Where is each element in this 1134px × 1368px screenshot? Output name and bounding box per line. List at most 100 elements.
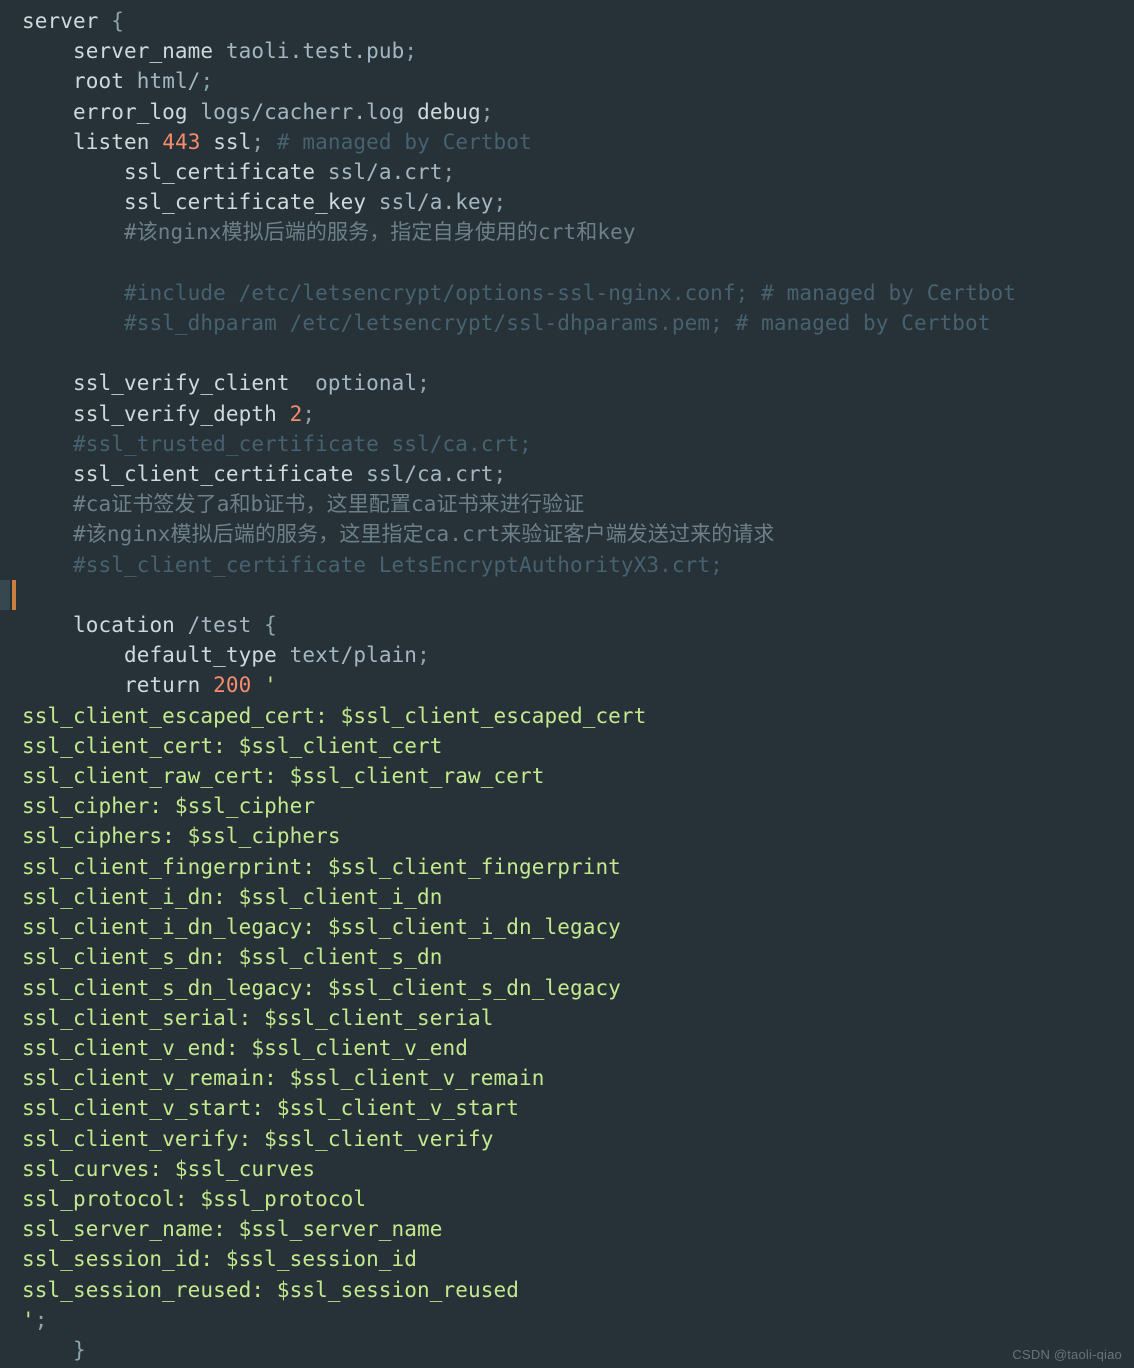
code-token: server_name xyxy=(73,39,213,63)
code-line: ssl_client_raw_cert: $ssl_client_raw_cer… xyxy=(22,764,544,788)
code-line: '; xyxy=(22,1308,48,1332)
code-token xyxy=(22,402,73,426)
code-token: taoli.test.pub xyxy=(213,39,404,63)
code-token xyxy=(22,130,73,154)
code-line: ssl_session_id: $ssl_session_id xyxy=(22,1247,417,1271)
code-token xyxy=(22,613,73,637)
code-line: ssl_server_name: $ssl_server_name xyxy=(22,1217,443,1241)
code-token: text/plain xyxy=(277,643,417,667)
code-token: return xyxy=(124,673,200,697)
code-editor[interactable]: server { server_name taoli.test.pub; roo… xyxy=(0,0,1134,1368)
code-token: location xyxy=(73,613,175,637)
code-token: 443 xyxy=(162,130,200,154)
code-token: { xyxy=(264,613,277,637)
code-token: html/ xyxy=(124,69,200,93)
code-line: #该nginx模拟后端的服务，这里指定ca.crt来验证客户端发送过来的请求 xyxy=(22,522,775,546)
code-token: ; xyxy=(302,402,315,426)
code-token: default_type xyxy=(124,643,277,667)
code-token: ssl_curves: $ssl_curves xyxy=(22,1157,315,1181)
code-line: server_name taoli.test.pub; xyxy=(22,39,417,63)
code-line: ssl_curves: $ssl_curves xyxy=(22,1157,315,1181)
code-token: /test xyxy=(175,613,264,637)
code-line: error_log logs/cacherr.log debug; xyxy=(22,100,494,124)
code-token: ssl_client_serial: $ssl_client_serial xyxy=(22,1006,494,1030)
code-line: #ca证书签发了a和b证书，这里配置ca证书来进行验证 xyxy=(22,492,584,516)
code-token xyxy=(149,130,162,154)
code-token: # managed by Certbot xyxy=(277,130,532,154)
code-line: ssl_certificate_key ssl/a.key; xyxy=(22,190,506,214)
code-token xyxy=(277,402,290,426)
code-line: ssl_session_reused: $ssl_session_reused xyxy=(22,1278,519,1302)
code-token: ' xyxy=(22,1308,35,1332)
code-line: ssl_protocol: $ssl_protocol xyxy=(22,1187,366,1211)
code-token: #ca证书签发了a和b证书，这里配置ca证书来进行验证 xyxy=(73,492,584,516)
code-token: ; xyxy=(417,371,430,395)
code-token: #ssl_dhparam /etc/letsencrypt/ssl-dhpara… xyxy=(124,311,991,335)
code-line: ssl_ciphers: $ssl_ciphers xyxy=(22,824,341,848)
code-token: #ssl_client_certificate LetsEncryptAutho… xyxy=(73,553,723,577)
code-line: ssl_client_fingerprint: $ssl_client_fing… xyxy=(22,855,621,879)
code-token: #ssl_trusted_certificate ssl/ca.crt; xyxy=(73,432,532,456)
code-token: ssl/a.key xyxy=(366,190,493,214)
csdn-watermark: CSDN @taoli-qiao xyxy=(1012,1347,1122,1362)
code-token: ssl_client_fingerprint: $ssl_client_fing… xyxy=(22,855,621,879)
code-block: server { server_name taoli.test.pub; roo… xyxy=(22,6,1134,1365)
code-line: ssl_client_i_dn: $ssl_client_i_dn xyxy=(22,885,443,909)
code-line: server { xyxy=(22,9,124,33)
code-token: #该nginx模拟后端的服务，这里指定ca.crt来验证客户端发送过来的请求 xyxy=(73,522,775,546)
code-token: ; xyxy=(494,190,507,214)
code-token: debug xyxy=(417,100,481,124)
code-token xyxy=(22,462,73,486)
code-token: ssl_certificate xyxy=(124,160,315,184)
code-line: ssl_client_v_remain: $ssl_client_v_remai… xyxy=(22,1066,544,1090)
code-token: optional xyxy=(290,371,417,395)
code-line: default_type text/plain; xyxy=(22,643,430,667)
code-line: root html/; xyxy=(22,69,213,93)
code-line: ssl_client_cert: $ssl_client_cert xyxy=(22,734,443,758)
code-token: ; xyxy=(417,643,430,667)
code-token xyxy=(264,130,277,154)
code-token: logs/cacherr.log xyxy=(188,100,417,124)
code-token: ; xyxy=(481,100,494,124)
code-token: ssl_client_v_remain: $ssl_client_v_remai… xyxy=(22,1066,544,1090)
code-token xyxy=(22,100,73,124)
code-token: ; xyxy=(251,130,264,154)
code-token xyxy=(22,311,124,335)
code-token xyxy=(98,9,111,33)
code-token xyxy=(22,583,35,607)
code-token: ssl_client_v_end: $ssl_client_v_end xyxy=(22,1036,468,1060)
code-token: } xyxy=(73,1338,86,1362)
code-token xyxy=(22,160,124,184)
code-token: 200 xyxy=(213,673,251,697)
code-line xyxy=(22,251,35,275)
code-token: ; xyxy=(443,160,456,184)
code-token xyxy=(22,673,124,697)
code-token: ssl_client_s_dn: $ssl_client_s_dn xyxy=(22,945,443,969)
code-line: #include /etc/letsencrypt/options-ssl-ng… xyxy=(22,281,1016,305)
code-token xyxy=(22,371,73,395)
code-line: ssl_client_v_end: $ssl_client_v_end xyxy=(22,1036,468,1060)
code-line: ssl_cipher: $ssl_cipher xyxy=(22,794,315,818)
code-token: ssl_session_reused: $ssl_session_reused xyxy=(22,1278,519,1302)
code-line: ssl_verify_depth 2; xyxy=(22,402,315,426)
code-token xyxy=(22,251,35,275)
code-line: ssl_client_s_dn: $ssl_client_s_dn xyxy=(22,945,443,969)
code-line xyxy=(22,341,35,365)
code-token: ; xyxy=(35,1308,48,1332)
code-line: #ssl_dhparam /etc/letsencrypt/ssl-dhpara… xyxy=(22,311,990,335)
code-token: { xyxy=(111,9,124,33)
code-token: ssl_client_cert: $ssl_client_cert xyxy=(22,734,443,758)
code-token: ; xyxy=(404,39,417,63)
code-token: ssl xyxy=(213,130,251,154)
code-token: ssl_client_certificate xyxy=(73,462,353,486)
code-token xyxy=(200,130,213,154)
code-line: ssl_client_verify: $ssl_client_verify xyxy=(22,1127,494,1151)
code-token: ssl_client_verify: $ssl_client_verify xyxy=(22,1127,494,1151)
code-line: #ssl_client_certificate LetsEncryptAutho… xyxy=(22,553,723,577)
code-token: listen xyxy=(73,130,149,154)
code-line: #ssl_trusted_certificate ssl/ca.crt; xyxy=(22,432,532,456)
code-token: ssl_client_s_dn_legacy: $ssl_client_s_dn… xyxy=(22,976,621,1000)
code-token: #该nginx模拟后端的服务，指定自身使用的crt和key xyxy=(124,220,636,244)
code-line: return 200 ' xyxy=(22,673,277,697)
code-line: } xyxy=(22,1338,86,1362)
